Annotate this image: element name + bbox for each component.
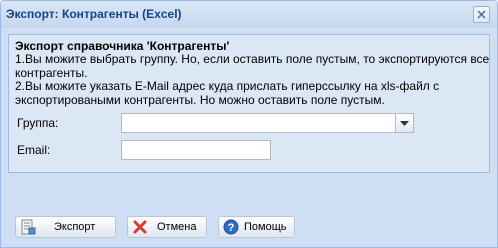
cancel-button-label: Отмена: [157, 221, 197, 233]
help-button[interactable]: ? Помощь: [218, 216, 295, 238]
cancel-button[interactable]: Отмена: [127, 216, 207, 238]
export-icon: [21, 219, 36, 235]
help-button-label: Помощь: [244, 221, 287, 233]
group-dropdown-trigger[interactable]: [395, 114, 413, 132]
dialog-titlebar[interactable]: Экспорт: Контрагенты (Excel): [1, 1, 497, 28]
cancel-icon: [133, 220, 147, 234]
email-label: Email:: [17, 143, 51, 157]
close-button[interactable]: [473, 6, 490, 23]
export-form-panel: Экспорт справочника 'Контрагенты' 1.Вы м…: [8, 34, 490, 173]
form-heading: Экспорт справочника 'Контрагенты': [15, 39, 230, 53]
description-line-2: 2.Вы можите указать E-Mail адрес куда пр…: [15, 79, 440, 107]
group-combobox[interactable]: [121, 113, 414, 133]
export-button-label: Экспорт: [54, 221, 96, 233]
export-dialog: Экспорт: Контрагенты (Excel) Экспорт спр…: [0, 0, 498, 248]
group-label: Группа:: [17, 116, 59, 130]
svg-text:?: ?: [228, 222, 235, 234]
close-icon: [477, 10, 486, 19]
description-line-1: 1.Вы можите выбрать группу. Но, если ост…: [15, 52, 490, 80]
chevron-down-icon: [400, 121, 409, 126]
export-button[interactable]: Экспорт: [15, 216, 116, 238]
dialog-title: Экспорт: Контрагенты (Excel): [6, 7, 182, 21]
email-field[interactable]: [121, 140, 271, 160]
form-description: 1.Вы можите выбрать группу. Но, если ост…: [15, 52, 490, 107]
help-icon: ?: [223, 219, 239, 235]
